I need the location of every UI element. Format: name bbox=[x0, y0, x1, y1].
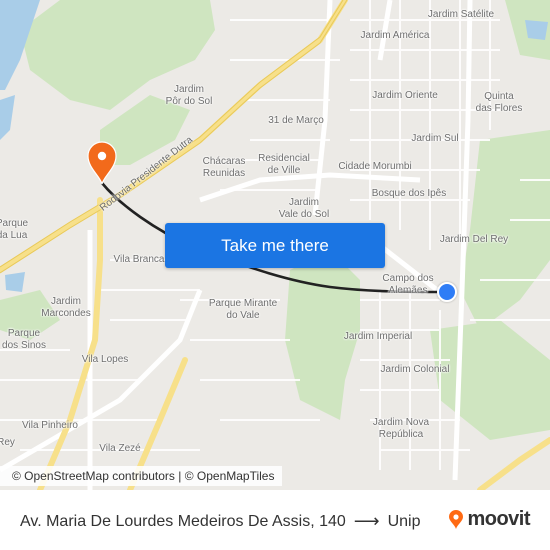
map-label: Vila Zezé bbox=[99, 443, 141, 454]
map-label: Bosque dos Ipês bbox=[371, 188, 447, 199]
arrow-right-icon: ⟶ bbox=[353, 511, 380, 531]
map-label: Jardim Satélite bbox=[427, 9, 495, 20]
map-label: Jardim Colonial bbox=[380, 364, 450, 375]
route-destination: Unip bbox=[387, 512, 421, 530]
route-footer: Av. Maria De Lourdes Medeiros De Assis, … bbox=[0, 490, 550, 550]
map-label: Vila Branca bbox=[113, 254, 165, 265]
map-label: Parque da Lua bbox=[0, 218, 29, 241]
moovit-logo: moovit bbox=[448, 508, 530, 531]
map-label: Jardim Marcondes bbox=[41, 296, 91, 319]
map-view[interactable]: Jardim Satélite Jardim América Jardim Pô… bbox=[0, 0, 550, 490]
map-label: Jardim Del Rey bbox=[439, 234, 509, 245]
map-label: Rey bbox=[0, 437, 15, 448]
map-label: Jardim Sul bbox=[411, 133, 459, 144]
route-title: Av. Maria De Lourdes Medeiros De Assis, … bbox=[20, 511, 421, 532]
brand-name: moovit bbox=[467, 508, 530, 530]
map-label: Jardim Vale do Sol bbox=[278, 197, 330, 220]
map-attribution[interactable]: © OpenStreetMap contributors | © OpenMap… bbox=[0, 466, 283, 486]
map-label: Jardim Nova República bbox=[372, 417, 430, 440]
route-origin: Av. Maria De Lourdes Medeiros De Assis, … bbox=[20, 512, 346, 530]
destination-dot bbox=[437, 282, 457, 302]
map-label: Cidade Morumbi bbox=[338, 161, 412, 172]
map-label: Jardim Pôr do Sol bbox=[165, 84, 213, 107]
map-label: Jardim América bbox=[360, 30, 430, 41]
map-label: Quinta das Flores bbox=[475, 91, 523, 114]
map-label: Jardim Oriente bbox=[372, 90, 438, 101]
map-label: Vila Lopes bbox=[81, 354, 129, 365]
map-label: Parque Mirante do Vale bbox=[208, 298, 278, 321]
map-label: Residencial de Ville bbox=[258, 153, 310, 176]
map-label: Vila Pinheiro bbox=[22, 420, 78, 431]
take-me-there-button[interactable]: Take me there bbox=[165, 223, 385, 268]
map-label: 31 de Março bbox=[268, 115, 324, 126]
map-label: Parque dos Sinos bbox=[2, 328, 46, 351]
moovit-pin-icon bbox=[449, 509, 464, 529]
map-label: Campo dos Alemães bbox=[382, 273, 434, 296]
origin-pin bbox=[87, 141, 117, 185]
map-label: Jardim Imperial bbox=[343, 331, 413, 342]
map-label: Chácaras Reunidas bbox=[202, 156, 246, 179]
